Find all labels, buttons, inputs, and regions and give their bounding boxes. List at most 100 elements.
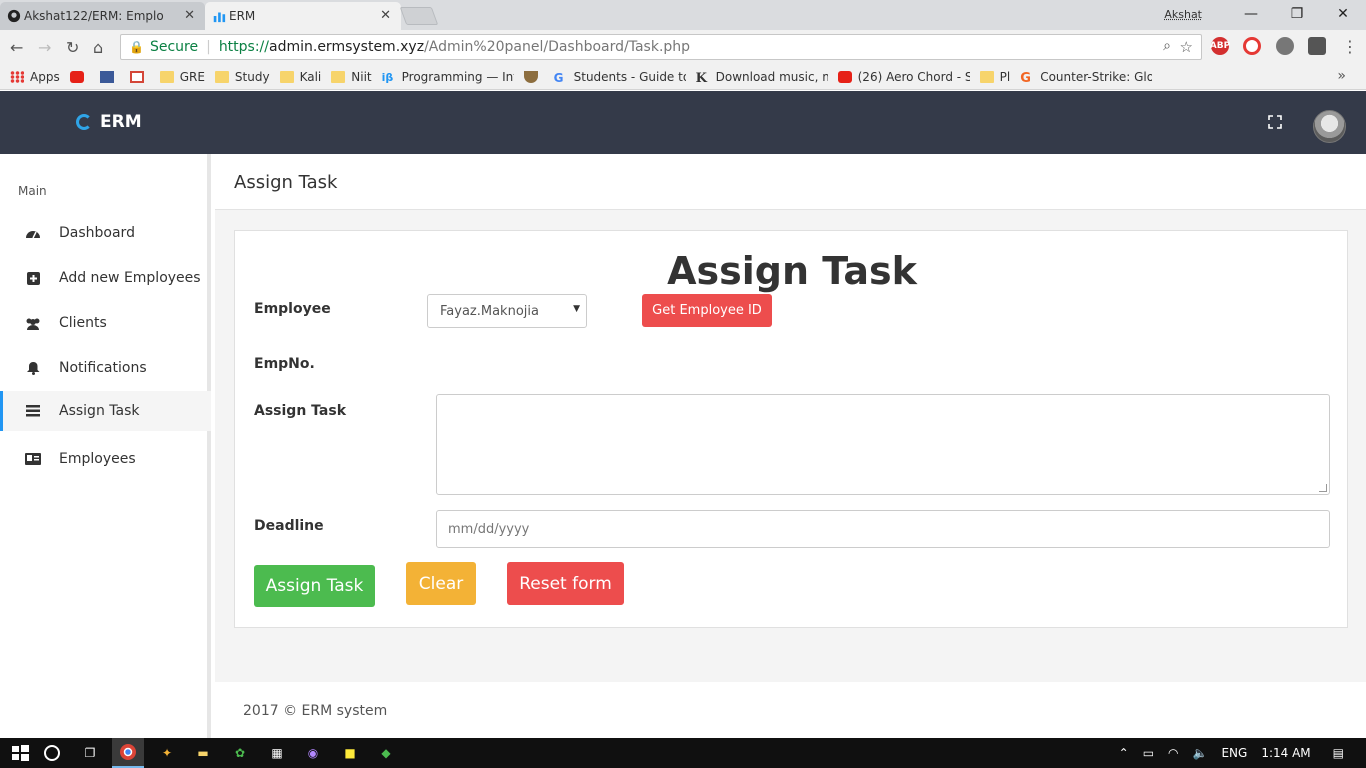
sidebar-item-notifications[interactable]: Notifications [0, 348, 211, 388]
brand-logo[interactable]: ERM [76, 112, 142, 132]
folder-icon [159, 70, 174, 83]
bookmark-pl[interactable]: Pl [979, 69, 1011, 84]
bookmark-kali[interactable]: Kali [279, 70, 321, 84]
cortana-icon[interactable] [44, 745, 60, 761]
folder-icon [979, 70, 994, 83]
avatar[interactable] [1313, 110, 1346, 143]
bookmark-star-icon[interactable]: ☆ [1180, 38, 1193, 56]
bookmark-shield[interactable] [523, 70, 544, 83]
back-icon[interactable]: ← [10, 38, 23, 57]
language-indicator[interactable]: ENG [1221, 746, 1247, 760]
more-bookmarks-icon[interactable]: » [1337, 68, 1346, 84]
zoom-icon[interactable]: ⌕ [1163, 38, 1171, 54]
opera-icon[interactable] [1243, 37, 1261, 55]
k-icon: K [695, 70, 707, 86]
fullscreen-icon[interactable] [1268, 115, 1282, 129]
app-taskbar-icon[interactable]: ◆ [376, 743, 396, 763]
battery-icon[interactable]: ▭ [1143, 746, 1154, 760]
secure-label: Secure [149, 39, 199, 55]
close-tab-icon[interactable]: ✕ [380, 8, 391, 23]
tab-label: ERM [229, 9, 256, 23]
restore-icon[interactable]: ❐ [1274, 6, 1320, 22]
folder-icon [331, 70, 346, 83]
employee-select[interactable]: Fayaz.Maknojia ▼ [427, 294, 587, 328]
get-employee-id-button[interactable]: Get Employee ID [642, 294, 772, 327]
clock[interactable]: 1:14 AM [1261, 746, 1310, 760]
ib-icon: iβ [381, 70, 394, 84]
sticky-notes-icon[interactable]: ■ [340, 743, 360, 763]
chart-icon [213, 12, 226, 23]
close-tab-icon[interactable]: ✕ [184, 8, 195, 23]
task-label: Assign Task [254, 403, 346, 419]
notifications-icon[interactable]: ▤ [1333, 746, 1344, 760]
bookmark-programming[interactable]: iβ Programming — Inte [382, 70, 514, 84]
address-toolbar: ← → ↻ ⌂ 🔒 Secure | https:// admin.ermsys… [0, 30, 1366, 64]
sidebar-item-add-employees[interactable]: Add new Employees [0, 258, 211, 298]
file-explorer-icon[interactable]: ▬ [193, 743, 213, 763]
bookmark-apps[interactable]: Apps [10, 70, 60, 84]
assign-task-button[interactable]: Assign Task [254, 565, 375, 607]
extension-icon[interactable] [1276, 37, 1294, 55]
system-tray: ⌃ ▭ ◠ 🔈 ENG 1:14 AM ▤ [1119, 738, 1366, 768]
chevron-up-icon[interactable]: ⌃ [1119, 746, 1129, 760]
browser-window: Akshat122/ERM: Employ ✕ ERM ✕ Akshat — ❐… [0, 0, 1366, 768]
tab-github[interactable]: Akshat122/ERM: Employ ✕ [0, 2, 205, 30]
chrome-taskbar-icon[interactable] [112, 738, 144, 768]
bookmark-label: Download music, mo [715, 69, 828, 84]
sidebar-item-clients[interactable]: Clients [0, 303, 211, 343]
deadline-input[interactable]: mm/dd/yyyy [436, 510, 1330, 548]
wifi-icon[interactable]: ◠ [1168, 746, 1178, 760]
volume-icon[interactable]: 🔈 [1193, 746, 1208, 760]
app-taskbar-icon[interactable]: ✿ [230, 743, 250, 763]
address-bar[interactable]: 🔒 Secure | https:// admin.ermsystem.xyz … [120, 34, 1202, 60]
sidebar-item-dashboard[interactable]: Dashboard [0, 213, 211, 253]
bookmark-study[interactable]: Study [214, 69, 270, 84]
close-window-icon[interactable]: ✕ [1320, 6, 1366, 22]
tasks-icon [25, 404, 41, 418]
reload-icon[interactable]: ↻ [66, 38, 79, 57]
bookmark-gre[interactable]: GRE [159, 69, 205, 84]
bookmark-students[interactable]: G Students - Guide to T [554, 69, 686, 85]
bookmark-aero[interactable]: (26) Aero Chord - Sur [837, 70, 970, 84]
bookmark-csgo[interactable]: G Counter-Strike: Globa [1020, 69, 1153, 86]
bookmark-label: Pl [999, 69, 1011, 84]
main-content: Assign Task Assign Task Employee Fayaz.M… [215, 154, 1366, 738]
windows-start-icon[interactable] [10, 743, 30, 763]
clear-button[interactable]: Clear [406, 562, 476, 605]
sidebar-item-assign-task[interactable]: Assign Task [0, 391, 211, 431]
menu-icon[interactable]: ⋮ [1342, 37, 1358, 56]
resize-handle-icon[interactable] [1319, 484, 1327, 492]
users-icon [25, 316, 41, 330]
forward-icon[interactable]: → [38, 38, 51, 57]
extension-icon[interactable] [1308, 37, 1326, 55]
bookmark-label: Niit [351, 69, 372, 84]
bookmark-niit[interactable]: Niit [331, 69, 372, 84]
windows-taskbar: ❐ ✦ ▬ ✿ ▦ ◉ ■ ◆ ⌃ ▭ ◠ 🔈 ENG 1:14 AM ▤ [0, 738, 1366, 768]
apps-icon [10, 70, 24, 83]
shield-icon [523, 70, 538, 83]
profile-name[interactable]: Akshat [1164, 8, 1202, 21]
sidebar-item-employees[interactable]: Employees [0, 439, 211, 479]
tab-erm[interactable]: ERM ✕ [205, 2, 401, 30]
bookmark-download[interactable]: K Download music, mo [695, 69, 828, 86]
new-tab-button[interactable] [399, 7, 439, 25]
bookmark-label: Counter-Strike: Globa [1040, 69, 1153, 84]
bookmark-label: Students - Guide to T [573, 69, 686, 84]
app-taskbar-icon[interactable]: ✦ [157, 743, 177, 763]
calculator-icon[interactable]: ▦ [267, 743, 287, 763]
task-textarea[interactable] [436, 394, 1330, 495]
bookmark-label: GRE [179, 69, 205, 84]
bookmark-gmail[interactable] [129, 70, 150, 83]
bookmark-label: Study [234, 69, 270, 84]
bookmarks-bar: Apps GRE Study Kali Niit iβ Programming —… [0, 64, 1366, 90]
adblock-icon[interactable]: ABP [1210, 37, 1230, 55]
minimize-icon[interactable]: — [1228, 6, 1274, 22]
reset-form-button[interactable]: Reset form [507, 562, 624, 605]
sidebar-item-label: Notifications [59, 360, 147, 376]
home-icon[interactable]: ⌂ [93, 38, 103, 57]
bookmark-youtube[interactable] [69, 70, 90, 83]
bookmark-facebook[interactable] [99, 70, 120, 83]
app-taskbar-icon[interactable]: ◉ [303, 743, 323, 763]
tab-bar: Akshat122/ERM: Employ ✕ ERM ✕ Akshat — ❐… [0, 0, 1366, 30]
task-view-icon[interactable]: ❐ [80, 743, 100, 763]
